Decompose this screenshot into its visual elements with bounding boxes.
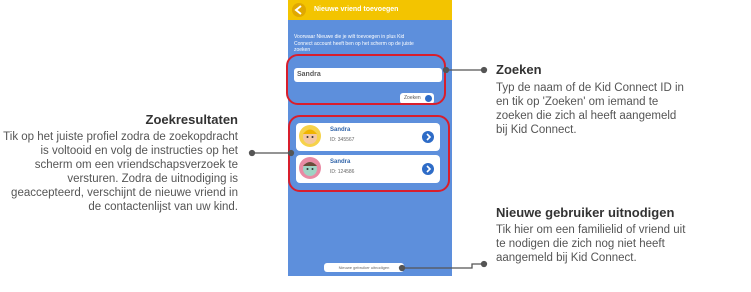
callout-invite-title: Nieuwe gebruiker uitnodigen: [496, 205, 675, 220]
callout-results-body: Tik op het juiste profiel zodra de zoeko…: [3, 131, 238, 213]
callout-invite-body: Tik hier om een familielid of vriend uit…: [496, 224, 686, 264]
callout-search-body: Typ de naam of de Kid Connect ID in en t…: [496, 82, 684, 136]
callout-results-title: Zoekresultaten: [145, 112, 238, 127]
callout-search-title: Zoeken: [496, 62, 542, 77]
